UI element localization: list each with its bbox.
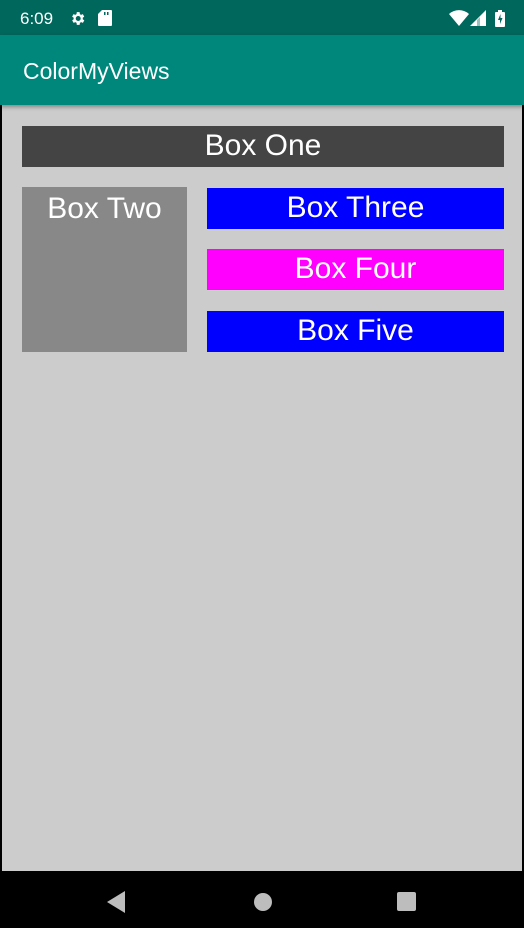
navigation-bar (0, 871, 524, 928)
app-title: ColorMyViews (23, 58, 170, 84)
sd-card-icon (98, 10, 112, 26)
battery-icon (495, 10, 505, 27)
box-four[interactable]: Box Four (207, 249, 504, 290)
box-one-label: Box One (204, 129, 322, 162)
box-three[interactable]: Box Three (207, 188, 504, 229)
wifi-icon (449, 10, 469, 26)
status-time: 6:09 (20, 9, 54, 28)
box-two-label: Box Two (47, 192, 162, 225)
status-bar: 6:09 (0, 0, 524, 35)
box-four-label: Box Four (294, 252, 417, 285)
recents-icon[interactable] (397, 892, 416, 911)
back-icon[interactable] (107, 891, 127, 913)
box-one[interactable]: Box One (22, 126, 504, 167)
box-five-label: Box Five (297, 314, 414, 347)
box-five[interactable]: Box Five (207, 311, 504, 352)
settings-icon (69, 10, 86, 27)
home-icon[interactable] (253, 892, 273, 912)
constraint-layout[interactable]: Box One Box Two Box Three Box Four Box F… (2, 105, 522, 871)
box-two[interactable]: Box Two (22, 187, 187, 352)
box-three-label: Box Three (286, 191, 425, 224)
app-bar: ColorMyViews (0, 35, 524, 105)
signal-icon (470, 10, 486, 26)
